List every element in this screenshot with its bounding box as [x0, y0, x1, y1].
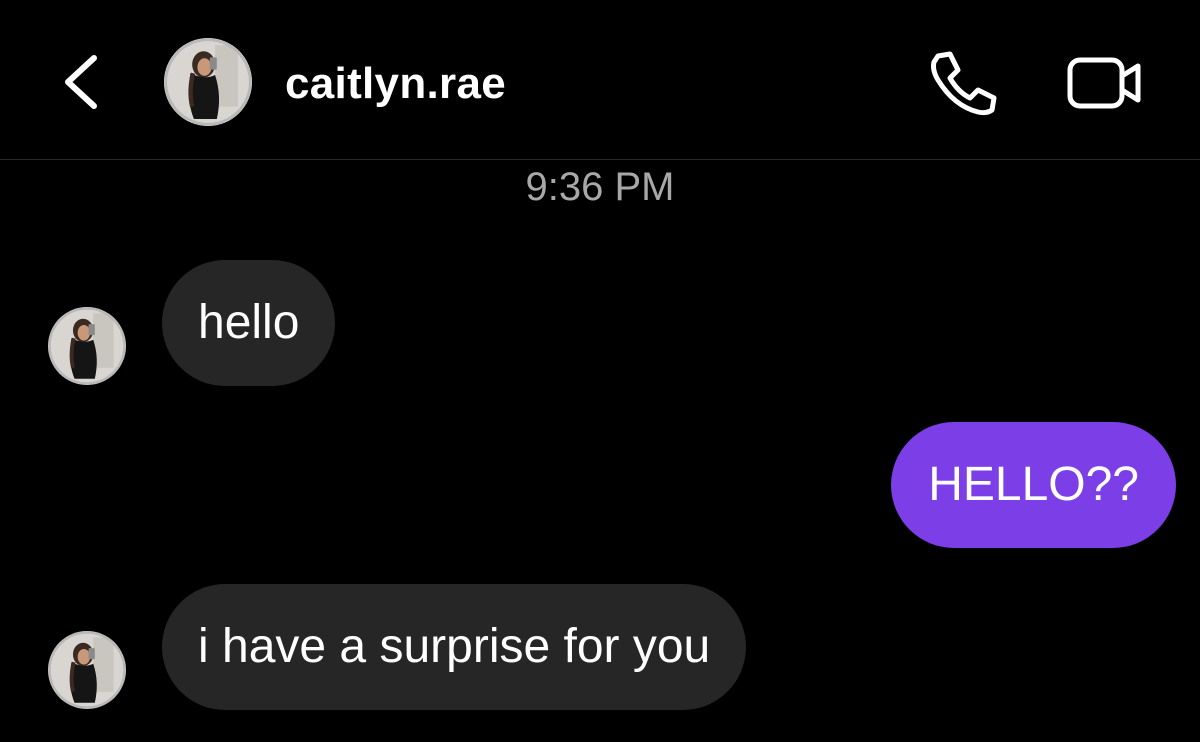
message-bubble-incoming[interactable]: hello	[162, 260, 336, 386]
phone-icon	[931, 51, 997, 116]
contact-username[interactable]: caitlyn.rae	[285, 58, 506, 110]
profile-photo	[48, 307, 126, 385]
chevron-left-icon	[65, 55, 97, 109]
message-bubble-incoming[interactable]: i have a surprise for you	[162, 584, 747, 710]
video-camera-icon	[1067, 57, 1141, 109]
sender-avatar[interactable]	[48, 631, 126, 709]
sender-avatar[interactable]	[48, 307, 126, 385]
video-call-button[interactable]	[1064, 52, 1146, 114]
message-bubble-outgoing[interactable]: HELLO??	[891, 422, 1176, 548]
audio-call-button[interactable]	[926, 48, 1000, 118]
profile-photo	[164, 38, 252, 126]
contact-avatar[interactable]	[164, 38, 252, 126]
message-timestamp: 9:36 PM	[525, 165, 675, 209]
profile-photo	[48, 631, 126, 709]
back-button[interactable]	[56, 50, 106, 114]
chat-header: caitlyn.rae	[0, 0, 1200, 160]
